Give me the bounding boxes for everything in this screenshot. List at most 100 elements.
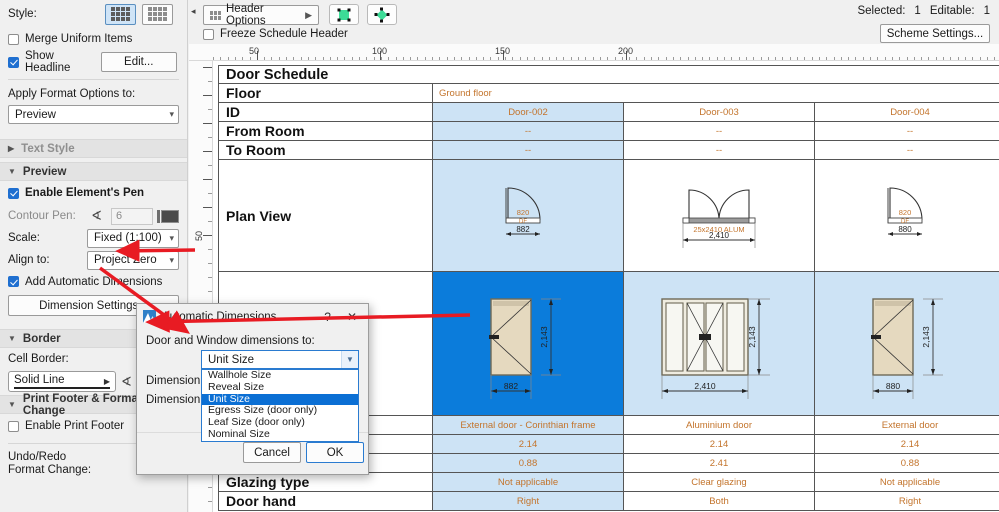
chevron-down-icon: ▼ [341, 351, 358, 368]
table-row: To Room -- -- -- [218, 141, 999, 160]
plan-view-container: 820 DF 882 [433, 160, 623, 271]
dimensions-dropdown-list[interactable]: Wallhole SizeReveal SizeUnit SizeEgress … [201, 369, 359, 442]
align-to-select[interactable]: Project Zero ▾ [87, 251, 179, 270]
app-window-icon [143, 310, 156, 323]
value-cell[interactable]: -- [433, 141, 624, 160]
cell-border-line-select[interactable]: Solid Line ▶ [8, 371, 116, 392]
horizontal-ruler[interactable]: 50100150200 [189, 44, 999, 61]
value-cell[interactable]: 820 DF 880 [815, 160, 999, 272]
merge-uniform-items-row[interactable]: Merge Uniform Items [0, 28, 187, 50]
align-to-row: Align to: Project Zero ▾ [0, 249, 187, 271]
schedule-title-cell[interactable]: Door Schedule [218, 65, 999, 84]
selection-status: Selected: 1 Editable: 1 [857, 5, 990, 17]
freeze-header-checkbox[interactable] [203, 29, 214, 40]
dialog-titlebar[interactable]: Automatic Dimensions ? ✕ [137, 304, 368, 329]
grid-style-plain-button[interactable] [142, 4, 173, 25]
value-cell[interactable]: -- [624, 122, 815, 141]
merge-uniform-checkbox[interactable] [8, 34, 19, 45]
editable-count: 1 [984, 5, 990, 17]
row-label-cell[interactable]: Floor [218, 84, 433, 103]
value-cell[interactable]: 0.88 [433, 454, 624, 473]
section-text-style[interactable]: ▶ Text Style [0, 139, 187, 158]
value-cell[interactable]: -- [815, 122, 999, 141]
row-label-cell[interactable]: Plan View [218, 160, 433, 272]
table-row: From Room------ [218, 122, 999, 141]
value-cell[interactable]: 0.88 [815, 454, 999, 473]
select-element-button[interactable] [329, 4, 359, 25]
value-cell[interactable]: Door-002 [433, 103, 624, 122]
merged-value-cell[interactable]: Ground floor [433, 84, 999, 103]
table-row: Door Schedule [218, 65, 999, 84]
automatic-dimensions-dialog: Automatic Dimensions ? ✕ Door and Window… [136, 303, 369, 475]
value-cell[interactable]: Not applicable [815, 473, 999, 492]
value-cell[interactable]: Right [433, 492, 624, 511]
table-row: Glazing typeNot applicableClear glazingN… [218, 473, 999, 492]
add-auto-dimensions-checkbox[interactable] [8, 276, 19, 287]
enable-print-footer-checkbox[interactable] [8, 421, 19, 432]
chevron-down-icon: ▾ [169, 109, 174, 120]
value-cell[interactable]: 2,143 2,410 [624, 272, 815, 416]
help-icon[interactable]: ? [319, 310, 336, 324]
value-cell[interactable]: Aluminium door [624, 416, 815, 435]
value-cell[interactable]: Door-003 [624, 103, 815, 122]
ok-button[interactable]: OK [306, 442, 364, 463]
dimensions-select[interactable]: Unit Size ▼ [201, 350, 359, 369]
value-cell[interactable]: Both [624, 492, 815, 511]
pen-color-swatch[interactable] [161, 210, 179, 223]
header-options-button[interactable]: Header Options ▶ [203, 5, 319, 25]
contour-pen-value[interactable]: 6 [111, 208, 153, 225]
value-cell[interactable]: External door - Corinthian frame [433, 416, 624, 435]
value-cell[interactable]: -- [433, 122, 624, 141]
row-label-cell[interactable]: To Room [218, 141, 433, 160]
rotate-element-button[interactable] [367, 4, 397, 25]
row-label-cell[interactable]: Door hand [218, 492, 433, 511]
value-cell[interactable]: 2.14 [433, 435, 624, 454]
value-cell[interactable]: 25x2410 ALUM 2,410 [624, 160, 815, 272]
value-cell[interactable]: External door [815, 416, 999, 435]
scale-select[interactable]: Fixed (1:100) ▾ [87, 229, 179, 248]
grid-style-filled-button[interactable] [105, 4, 136, 25]
value-cell[interactable]: 2.14 [624, 435, 815, 454]
cell-text: To Room [226, 142, 286, 158]
contour-pen-row: Contour Pen: ∢ 6 [0, 205, 187, 227]
enable-pen-checkbox[interactable] [8, 188, 19, 199]
svg-text:880: 880 [898, 225, 912, 234]
scheme-settings-button[interactable]: Scheme Settings... [880, 24, 990, 43]
cell-text: -- [716, 145, 722, 156]
value-cell[interactable]: 2,143 882 [433, 272, 624, 416]
value-cell[interactable]: Door-004 [815, 103, 999, 122]
cancel-button[interactable]: Cancel [243, 442, 301, 463]
value-cell[interactable]: 2.14 [815, 435, 999, 454]
cell-text: Door-004 [890, 107, 930, 118]
value-cell[interactable]: Clear glazing [624, 473, 815, 492]
enable-print-footer-label: Enable Print Footer [25, 420, 124, 432]
svg-text:2,143: 2,143 [539, 326, 549, 348]
panel-collapse-icon[interactable]: ◂ [191, 6, 196, 17]
apply-format-select[interactable]: Preview ▾ [8, 105, 179, 124]
value-cell[interactable]: -- [624, 141, 815, 160]
table-header-icon [210, 11, 221, 20]
value-cell[interactable]: Right [815, 492, 999, 511]
dropdown-option[interactable]: Reveal Size [202, 382, 358, 394]
cell-text: Not applicable [880, 477, 940, 488]
scale-row: Scale: Fixed (1:100) ▾ [0, 227, 187, 249]
cell-text: Floor [226, 85, 261, 101]
pen-line-icon [157, 210, 160, 223]
show-headline-checkbox[interactable] [8, 57, 19, 68]
edit-button[interactable]: Edit... [101, 52, 178, 72]
grid-filled-icon [111, 7, 130, 21]
section-preview[interactable]: ▼ Preview [0, 162, 187, 181]
show-headline-label: Show Headline [25, 50, 101, 74]
svg-text:882: 882 [516, 225, 530, 234]
close-icon[interactable]: ✕ [342, 310, 362, 324]
value-cell[interactable]: 2.41 [624, 454, 815, 473]
value-cell[interactable]: -- [815, 141, 999, 160]
row-label-cell[interactable]: ID [218, 103, 433, 122]
row-label-cell[interactable]: From Room [218, 122, 433, 141]
value-cell[interactable]: Not applicable [433, 473, 624, 492]
value-cell[interactable]: 820 DF 882 [433, 160, 624, 272]
dropdown-option[interactable]: Nominal Size [202, 429, 358, 441]
value-cell[interactable]: 2,143 880 [815, 272, 999, 416]
row-label-cell[interactable]: Glazing type [218, 473, 433, 492]
cell-text: -- [525, 145, 531, 156]
